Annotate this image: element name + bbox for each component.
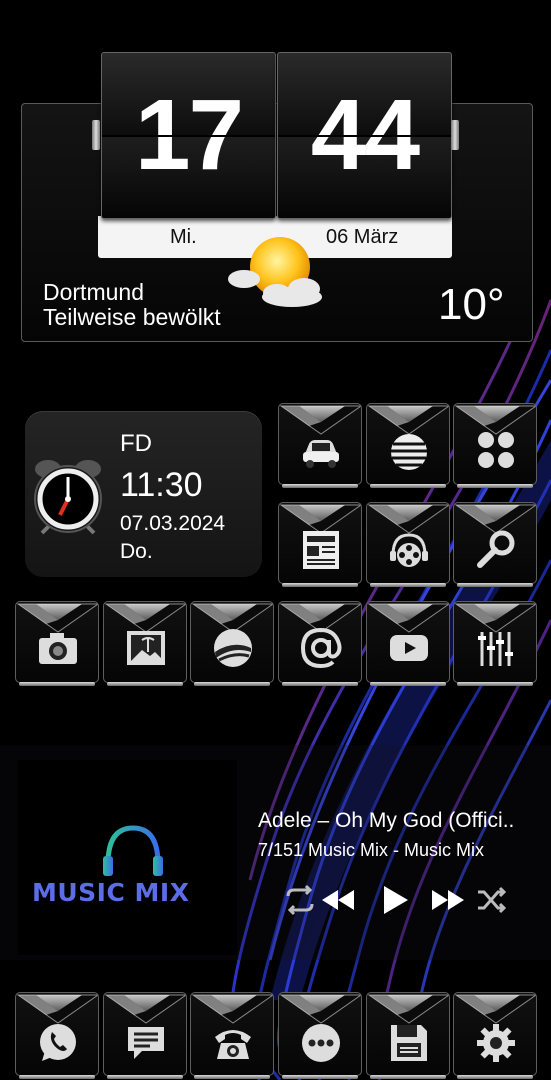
apps-icon: [302, 1024, 340, 1062]
flip-hinge-left: [92, 120, 100, 150]
save-icon: [391, 1025, 427, 1061]
app-tile-tools[interactable]: [453, 502, 537, 587]
email-at-icon: [300, 627, 342, 669]
att-globe-icon: [391, 434, 427, 470]
partly-cloudy-sun-icon: [228, 237, 322, 307]
newspaper-icon: [303, 531, 339, 569]
alarm-time: 11:30: [120, 466, 203, 504]
alarm-date: 07.03.2024: [120, 512, 226, 535]
shuffle-icon[interactable]: [472, 880, 512, 920]
whatsapp-icon: [40, 1024, 76, 1061]
phone-icon: [215, 1030, 251, 1059]
weather-city: Dortmund: [43, 279, 144, 305]
camera-icon: [39, 633, 77, 664]
dock-settings[interactable]: [453, 992, 537, 1079]
app-tile-camera[interactable]: [15, 601, 99, 686]
clock-hours-card[interactable]: 17: [101, 52, 276, 219]
app-tile-youtube[interactable]: [366, 601, 450, 686]
cover-title: MUSIC MIX: [32, 878, 190, 907]
app-tile-att[interactable]: [366, 403, 450, 488]
youtube-icon: [390, 635, 428, 661]
app-drawer-dots-icon: [478, 432, 514, 468]
app-tile-email[interactable]: [278, 601, 362, 686]
clock-minutes-card[interactable]: 44: [277, 52, 452, 219]
app-tile-car[interactable]: [278, 403, 362, 488]
weather-temperature: 10°: [438, 280, 505, 329]
equalizer-icon: [478, 632, 513, 666]
dock-whatsapp[interactable]: [15, 992, 99, 1079]
car-icon: [303, 440, 339, 468]
previous-icon[interactable]: [318, 880, 358, 920]
app-tile-news[interactable]: [278, 502, 362, 587]
alarm-label: FD: [120, 430, 152, 457]
headphones-logo-icon: [103, 825, 163, 876]
alarm-weekday: Do.: [120, 540, 153, 563]
gallery-icon: [127, 631, 165, 665]
dock-save[interactable]: [366, 992, 450, 1079]
headphones-film-icon: [390, 533, 428, 567]
repeat-icon[interactable]: [280, 880, 320, 920]
app-tile-drawer[interactable]: [453, 403, 537, 488]
next-icon[interactable]: [428, 880, 468, 920]
app-tile-earth[interactable]: [190, 601, 274, 686]
settings-gear-icon: [477, 1024, 515, 1062]
app-tile-equalizer[interactable]: [453, 601, 537, 686]
weather-condition: Teilweise bewölkt: [43, 304, 221, 330]
app-tile-media[interactable]: [366, 502, 450, 587]
google-earth-icon: [214, 629, 252, 667]
date-label: 06 März: [326, 226, 399, 248]
track-title: Adele – Oh My God (Offici..: [258, 809, 515, 832]
dock-phone[interactable]: [190, 992, 274, 1079]
flip-hinge-right: [451, 120, 459, 150]
alarm-clock-icon: [34, 460, 102, 535]
track-info: 7/151 Music Mix - Music Mix: [258, 840, 485, 860]
day-label: Mi.: [170, 226, 197, 248]
app-tile-gallery[interactable]: [103, 601, 187, 686]
messages-icon: [128, 1027, 164, 1059]
album-cover[interactable]: MUSIC MIX: [18, 760, 237, 955]
wrench-icon: [477, 530, 515, 568]
play-icon[interactable]: [374, 880, 414, 920]
dock-messages[interactable]: [103, 992, 187, 1079]
dock-apps[interactable]: [278, 992, 362, 1079]
